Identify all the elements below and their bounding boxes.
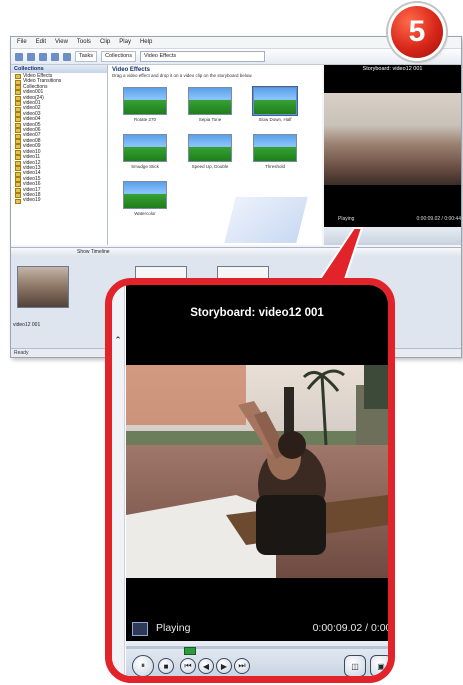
- split-clip-button[interactable]: ◫: [344, 655, 366, 676]
- callout-monitor-title: Storyboard: video12 001: [190, 307, 324, 319]
- callout-time-readout: 0:00:09.02 / 0:00:44: [312, 622, 395, 634]
- scroll-up-icon[interactable]: ⌃: [113, 335, 123, 345]
- callout-status-text: Playing: [156, 622, 191, 634]
- zoom-callout: ⌃ Storyboard: video12 001 Playing 0:00:0…: [105, 278, 395, 683]
- previous-frame-button[interactable]: ⏮: [180, 658, 196, 674]
- seek-thumb[interactable]: [184, 647, 196, 655]
- next-frame-button[interactable]: ⏭: [234, 658, 250, 674]
- callout-video-frame: [126, 365, 388, 578]
- callout-status-bar: Playing 0:00:09.02 / 0:00:44: [126, 617, 395, 641]
- callout-player-controls: ⏸ ■ ⏮ ◀ ▶ ⏭ ◫ ▣: [126, 641, 388, 676]
- callout-scroll-strip: ⌃: [112, 285, 125, 676]
- monitor-split-icon[interactable]: [132, 622, 148, 636]
- stop-button[interactable]: ■: [158, 658, 174, 674]
- pause-button[interactable]: ⏸: [132, 655, 154, 676]
- take-picture-button[interactable]: ▣: [370, 655, 388, 676]
- rewind-button[interactable]: ◀: [198, 658, 214, 674]
- fast-forward-button[interactable]: ▶: [216, 658, 232, 674]
- seek-bar[interactable]: [126, 646, 388, 655]
